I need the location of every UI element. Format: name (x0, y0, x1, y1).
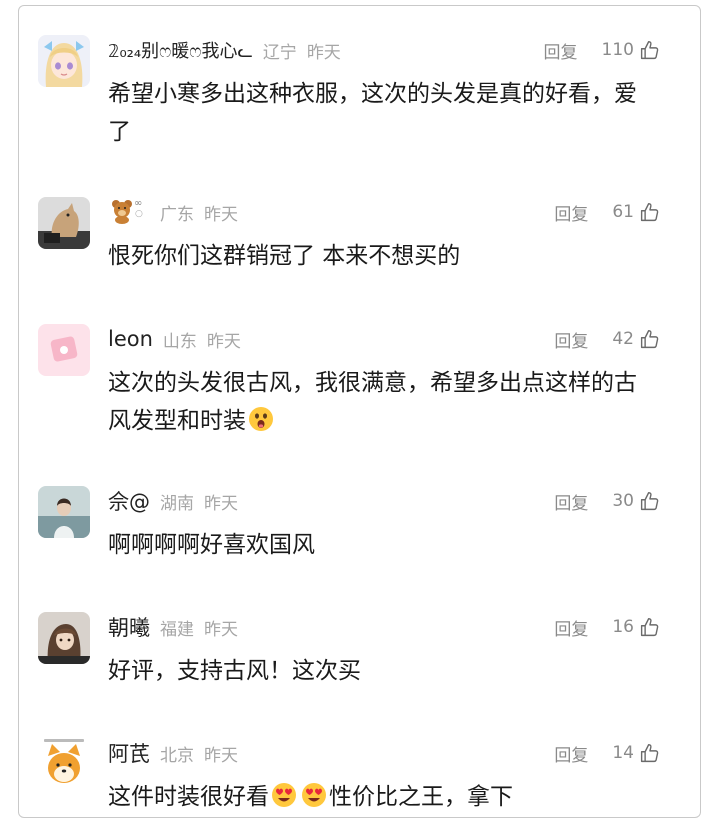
location: 湖南 (160, 493, 194, 514)
like-count: 16 (612, 617, 634, 637)
shiba-dog-avatar-icon (38, 738, 90, 790)
comment-meta: 阿芪 北京 昨天 回复 14 (108, 738, 660, 768)
comment-text: 恨死你们这群销冠了 本来不想买的 (108, 243, 461, 269)
location: 山东 (162, 331, 197, 352)
thumbs-up-icon[interactable] (639, 743, 660, 764)
surprised-face-emoji (247, 405, 275, 445)
username[interactable]: 𝟚₀₂₄别ෆ暖ෆ我心ᓚ (108, 37, 253, 63)
photo-avatar-icon (38, 486, 90, 538)
comment-list: 𝟚₀₂₄别ෆ暖ෆ我心ᓚ 辽宁 昨天 回复 110 希望小寒多出这种衣服，这次的头… (18, 5, 701, 818)
avatar[interactable] (38, 738, 90, 790)
location: 北京 (160, 745, 194, 766)
comment-text-part: 这件时装很好看 (108, 784, 269, 810)
comment-item: ∞ ○ 广东 昨天 回复 61 恨死你们这群销冠了 本来不想买的 (19, 197, 700, 287)
svg-text:○: ○ (135, 209, 143, 219)
avatar[interactable] (38, 612, 90, 664)
cat-photo-avatar-icon (38, 197, 90, 249)
timestamp: 昨天 (204, 745, 238, 766)
timestamp: 昨天 (306, 42, 341, 63)
comment-text: 这件时装很好看 性价比之王，拿下 (108, 778, 650, 821)
comment-text-part: 这次的头发很古风，我很满意，希望多出点这样的古风发型和时装 (108, 370, 637, 434)
comment-meta: 朝曦 福建 昨天 回复 16 (108, 612, 660, 642)
reply-button[interactable]: 回复 (554, 327, 588, 352)
like-count: 110 (601, 40, 634, 60)
thumbs-up-icon[interactable] (639, 491, 660, 512)
avatar[interactable] (38, 324, 90, 376)
thumbs-up-icon[interactable] (639, 617, 660, 638)
comment-meta: ∞ ○ 广东 昨天 回复 61 (108, 197, 660, 227)
pink-card-avatar-icon (38, 324, 90, 376)
like-count: 30 (612, 491, 634, 511)
heart-eyes-emoji (300, 781, 328, 821)
timestamp: 昨天 (206, 331, 241, 352)
username[interactable]: ∞ ○ (108, 196, 150, 228)
timestamp: 昨天 (204, 204, 238, 225)
like-count: 42 (612, 329, 634, 349)
comment-item: 佘@ 湖南 昨天 回复 30 啊啊啊啊好喜欢国风 (19, 486, 700, 576)
thumbs-up-icon[interactable] (639, 40, 660, 61)
like-count: 61 (612, 202, 634, 222)
comment-meta: leon 山东 昨天 回复 42 (108, 324, 660, 354)
avatar[interactable] (38, 486, 90, 538)
bear-emoji: ∞ ○ (112, 198, 143, 224)
avatar[interactable] (38, 197, 90, 249)
username[interactable]: 朝曦 (108, 612, 150, 642)
comment-meta: 𝟚₀₂₄别ෆ暖ෆ我心ᓚ 辽宁 昨天 回复 110 (108, 35, 660, 65)
anime-girl-avatar-icon (38, 35, 90, 87)
location: 福建 (160, 619, 194, 640)
comment-text: 这次的头发很古风，我很满意，希望多出点这样的古风发型和时装 (108, 364, 650, 445)
reply-button[interactable]: 回复 (554, 741, 588, 766)
location: 广东 (160, 204, 194, 225)
comment-item: 阿芪 北京 昨天 回复 14 这件时装很好看 性价比之王，拿下 (19, 738, 700, 818)
thumbs-up-icon[interactable] (639, 202, 660, 223)
thumbs-up-icon[interactable] (639, 329, 660, 350)
svg-text:∞: ∞ (134, 198, 142, 209)
username[interactable]: leon (108, 327, 153, 351)
character-avatar-icon (38, 612, 90, 664)
timestamp: 昨天 (204, 493, 238, 514)
comment-meta: 佘@ 湖南 昨天 回复 30 (108, 486, 660, 516)
comment-text: 希望小寒多出这种衣服，这次的头发是真的好看，爱了 (108, 81, 637, 145)
comment-text-part: 性价比之王，拿下 (329, 784, 513, 810)
heart-eyes-emoji (270, 781, 298, 821)
reply-button[interactable]: 回复 (554, 489, 588, 514)
like-count: 14 (612, 743, 634, 763)
comment-item: leon 山东 昨天 回复 42 这次的头发很古风，我很满意，希望多出点这样的古… (19, 324, 700, 444)
reply-button[interactable]: 回复 (554, 200, 588, 225)
comment-text: 好评，支持古风！这次买 (108, 658, 361, 684)
reply-button[interactable]: 回复 (554, 615, 588, 640)
comment-text: 啊啊啊啊好喜欢国风 (108, 532, 315, 558)
location: 辽宁 (262, 42, 297, 63)
timestamp: 昨天 (204, 619, 238, 640)
comment-item: 𝟚₀₂₄别ෆ暖ෆ我心ᓚ 辽宁 昨天 回复 110 希望小寒多出这种衣服，这次的头… (19, 35, 700, 155)
username[interactable]: 阿芪 (108, 738, 150, 768)
reply-button[interactable]: 回复 (544, 38, 578, 63)
avatar[interactable] (38, 35, 90, 87)
username[interactable]: 佘@ (108, 486, 150, 516)
comment-item: 朝曦 福建 昨天 回复 16 好评，支持古风！这次买 (19, 612, 700, 702)
